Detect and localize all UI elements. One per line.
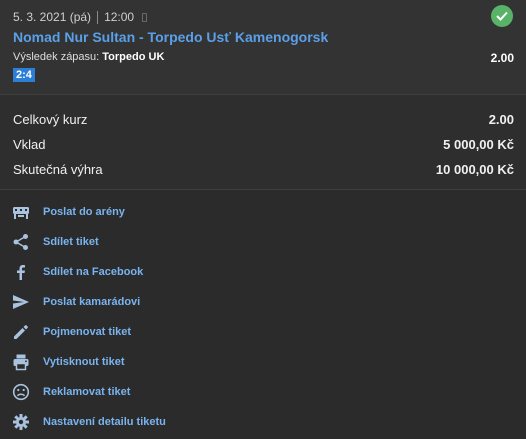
action-label: Sdílet na Facebook — [43, 266, 144, 278]
action-label: Pojmenovat tiket — [43, 326, 132, 338]
match-link[interactable]: Nomad Nur Sultan - Torpedo Usť Kamenogor… — [13, 29, 328, 45]
print-ticket-button[interactable]: Vytisknout tiket — [0, 350, 526, 374]
bet-meta: 5. 3. 2021 (pá) 12:00 — [13, 10, 148, 24]
bet-odd: 2.00 — [490, 51, 514, 65]
action-label: Vytisknout tiket — [43, 356, 125, 368]
check-circle-icon — [491, 5, 513, 27]
pencil-icon — [12, 323, 30, 341]
facebook-icon — [12, 263, 30, 281]
share-ticket-button[interactable]: Sdílet tiket — [0, 230, 526, 254]
total-odds-label: Celkový kurz — [13, 112, 88, 127]
send-to-arena-button[interactable]: Poslat do arény — [0, 200, 526, 224]
outcome-line: Výsledek zápasu: Torpedo UK — [13, 51, 164, 63]
action-label: Reklamovat tiket — [43, 386, 131, 398]
meta-divider — [97, 10, 99, 24]
action-label: Nastavení detailu tiketu — [43, 416, 166, 428]
mobile-icon — [142, 12, 148, 22]
send-to-friend-button[interactable]: Poslat kamarádovi — [0, 290, 526, 314]
bet-time: 12:00 — [104, 10, 135, 24]
arena-icon — [12, 203, 30, 221]
total-odds-value: 2.00 — [488, 112, 514, 127]
complain-ticket-button[interactable]: Reklamovat tiket — [0, 380, 526, 404]
ticket-summary: Celkový kurz 2.00 Vklad 5 000,00 Kč Skut… — [0, 94, 526, 190]
stake-value: 5 000,00 Kč — [443, 137, 514, 152]
bet-card: 5. 3. 2021 (pá) 12:00 Nomad Nur Sultan -… — [0, 0, 526, 94]
rename-ticket-button[interactable]: Pojmenovat tiket — [0, 320, 526, 344]
score-badge: 2:4 — [13, 68, 35, 82]
win-value: 10 000,00 Kč — [435, 162, 514, 177]
ticket-detail-settings-button[interactable]: Nastavení detailu tiketu — [0, 410, 526, 434]
action-label: Poslat do arény — [43, 206, 125, 218]
outcome-label: Výsledek zápasu: — [13, 51, 100, 63]
printer-icon — [12, 353, 30, 371]
win-label: Skutečná výhra — [13, 162, 103, 177]
share-icon — [12, 233, 30, 251]
win-row: Skutečná výhra 10 000,00 Kč — [13, 162, 514, 177]
gear-icon — [12, 413, 30, 431]
stake-row: Vklad 5 000,00 Kč — [13, 137, 514, 152]
stake-label: Vklad — [13, 137, 46, 152]
action-label: Sdílet tiket — [43, 236, 99, 248]
action-label: Poslat kamarádovi — [43, 296, 141, 308]
bet-date: 5. 3. 2021 (pá) — [13, 10, 92, 24]
outcome-value: Torpedo UK — [102, 51, 165, 63]
total-odds-row: Celkový kurz 2.00 — [13, 112, 514, 127]
share-facebook-button[interactable]: Sdílet na Facebook — [0, 260, 526, 284]
sad-face-icon — [12, 383, 30, 401]
send-icon — [12, 293, 30, 311]
